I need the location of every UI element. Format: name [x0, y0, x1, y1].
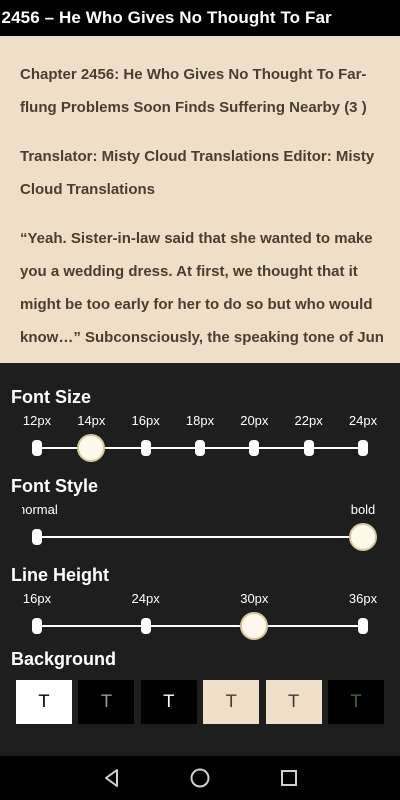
body-paragraph: “Yeah. Sister-in-law said that she wante…	[20, 230, 384, 346]
swatch-letter: T	[225, 692, 237, 712]
background-swatch[interactable]: T	[78, 680, 135, 724]
font-size-title: Font Size	[11, 387, 91, 407]
line-height-slider-stop[interactable]	[32, 618, 42, 634]
font-size-option-label: 16px	[131, 413, 160, 428]
font-size-slider-stop[interactable]	[303, 440, 314, 456]
swatch-letter: T	[288, 692, 299, 712]
swatch-letter: T	[163, 692, 174, 712]
line-height-slider-stop[interactable]	[358, 618, 368, 634]
font-style-option-label: bold	[350, 502, 376, 517]
font-size-slider-stop[interactable]	[195, 440, 205, 456]
font-size-slider-stop[interactable]	[249, 440, 260, 456]
line-height-slider-thumb[interactable]	[240, 612, 269, 640]
font-style-track[interactable]	[37, 536, 363, 538]
background-swatch[interactable]: T	[140, 680, 197, 724]
line-height-title: Line Height	[11, 565, 109, 585]
recents-icon[interactable]	[277, 766, 301, 790]
font-size-option-label: 14px	[77, 413, 106, 428]
line-height-option-label: 30px	[240, 591, 269, 606]
translator-credit: Translator: Misty Cloud Translations Edi…	[20, 148, 375, 198]
font-size-slider-thumb[interactable]	[77, 434, 106, 462]
font-size-slider-stop[interactable]	[32, 440, 42, 456]
font-size-option-label: 22px	[294, 413, 323, 428]
swatch-letter: T	[350, 692, 362, 712]
font-style-title: Font Style	[11, 476, 99, 496]
line-height-option-label: 24px	[131, 591, 160, 606]
font-size-option-label: 12px	[22, 413, 52, 428]
font-style-option-label: normal	[18, 502, 58, 517]
background-swatch[interactable]: T	[16, 680, 72, 724]
font-style-slider-thumb[interactable]	[349, 523, 377, 551]
swatch-letter: T	[38, 692, 50, 712]
chapter-heading: Chapter 2456: He Who Gives No Thought To…	[20, 66, 367, 116]
font-size-slider-stop[interactable]	[358, 440, 368, 456]
font-size-option-label: 20px	[240, 413, 269, 428]
font-style-slider-stop[interactable]	[32, 529, 42, 545]
reader-content[interactable]: Chapter 2456: He Who Gives No Thought To…	[0, 36, 400, 363]
line-height-slider-stop[interactable]	[140, 618, 151, 634]
reader-settings-panel: Font Size 12px 14px 16px 18px 20px 22px 24px F…	[0, 363, 400, 756]
font-size-option-label: 24px	[348, 413, 378, 428]
background-swatches: TTTTTT	[16, 680, 384, 724]
font-size-slider-stop[interactable]	[140, 440, 151, 456]
navigation-bar	[0, 756, 400, 800]
home-icon[interactable]	[188, 766, 212, 790]
background-swatch[interactable]: T	[203, 680, 260, 724]
chapter-title: r 2456 – He Who Gives No Thought To Far	[0, 8, 332, 27]
background-swatch[interactable]: T	[328, 680, 384, 724]
line-height-track[interactable]	[37, 625, 363, 627]
line-height-option-label: 36px	[348, 591, 378, 606]
font-size-option-label: 18px	[185, 413, 215, 428]
line-height-option-label: 16px	[22, 591, 52, 606]
background-title: Background	[11, 649, 117, 669]
swatch-letter: T	[101, 692, 112, 712]
background-swatch[interactable]: T	[265, 680, 322, 724]
title-bar: r 2456 – He Who Gives No Thought To Far	[0, 0, 400, 36]
back-icon[interactable]	[100, 766, 124, 790]
